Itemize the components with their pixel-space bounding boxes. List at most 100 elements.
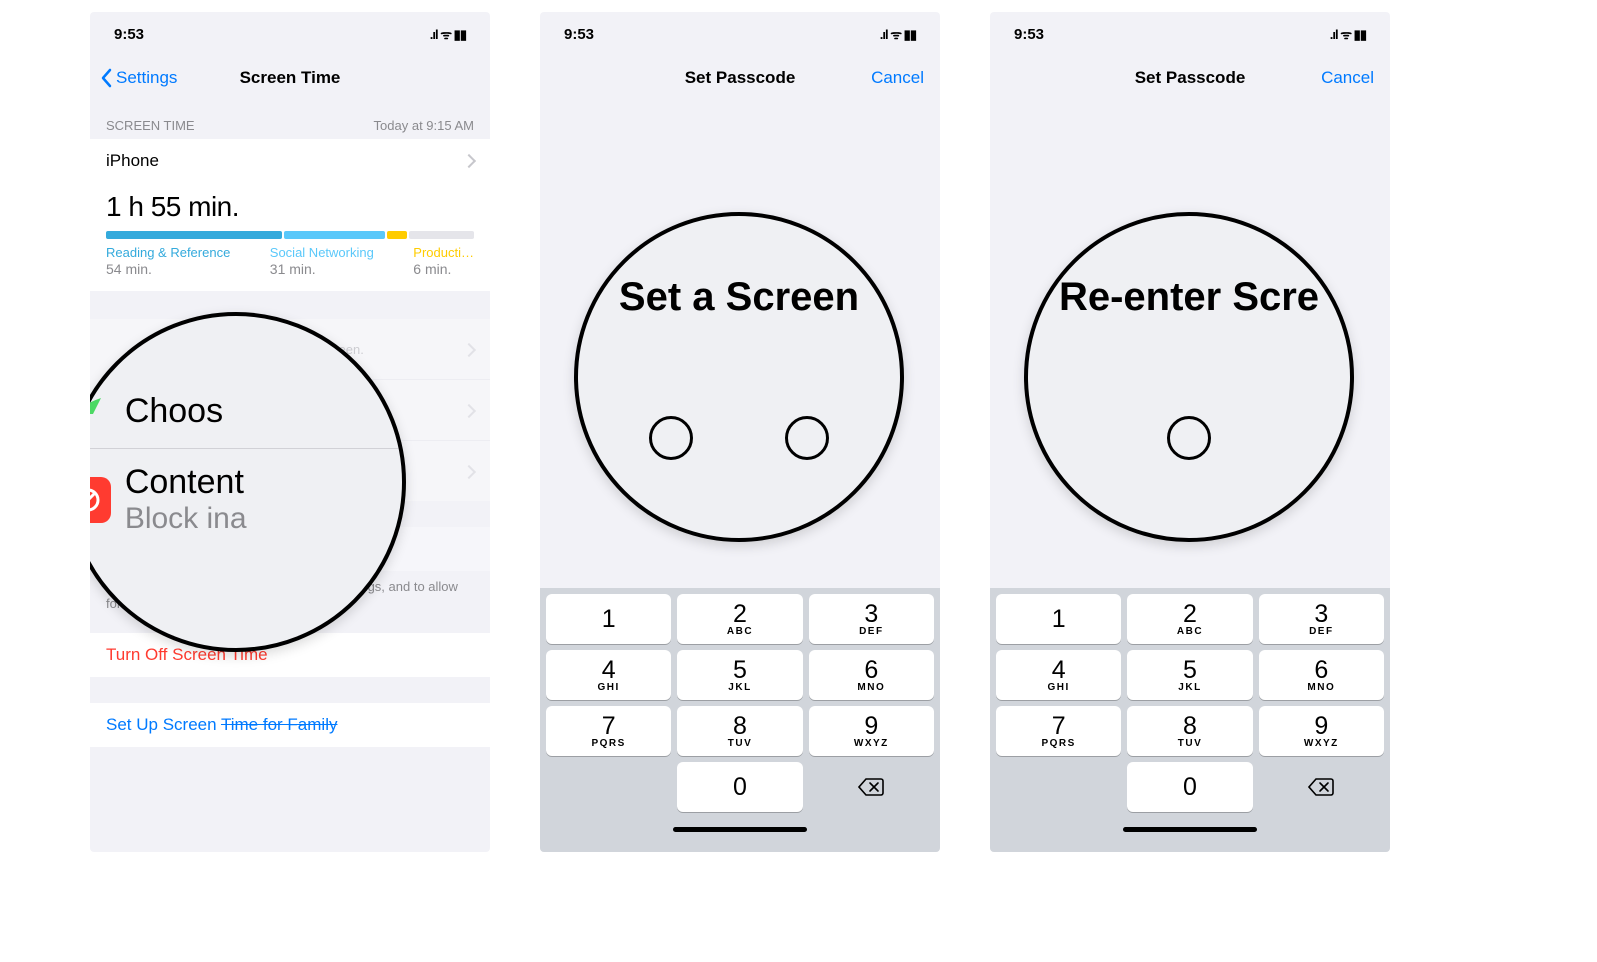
key-letters: WXYZ [854,738,889,749]
keypad-key-2[interactable]: 2ABC [677,594,802,644]
keypad-key-0[interactable]: 0 [677,762,802,812]
keypad-key-1[interactable]: 1 [546,594,671,644]
keypad-key-8[interactable]: 8TUV [677,706,802,756]
key-number: 8 [1183,714,1197,739]
usage-summary: 1 h 55 min. Reading & Reference 54 min. … [90,183,490,291]
nav-title: Screen Time [240,68,341,88]
keypad-key-5[interactable]: 5JKL [677,650,802,700]
status-icons: .ıl ᯤ ▮▮ [880,25,916,43]
magnified-title: Content [125,463,247,502]
key-number: 8 [733,714,747,739]
key-number: 1 [602,607,616,632]
keypad-key-8[interactable]: 8TUV [1127,706,1252,756]
key-number: 6 [1314,658,1328,683]
cancel-button[interactable]: Cancel [1321,68,1374,88]
backspace-icon [858,777,884,797]
magnified-title: Re-enter Scre [1059,275,1319,320]
usage-group: iPhone 1 h 55 min. Reading & Reference 5… [90,139,490,291]
category-duration: 54 min. [106,261,230,277]
family-label: Set Up Screen Time for Family [106,715,337,734]
key-number: 3 [864,602,878,627]
device-label: iPhone [106,151,159,171]
key-number: 4 [1052,658,1066,683]
magnifier-overlay: Re-enter Scre [1024,212,1354,542]
nav-bar: Settings Screen Time [90,56,490,100]
key-number: 7 [1052,714,1066,739]
home-indicator [546,812,934,846]
keypad-key-6[interactable]: 6MNO [1259,650,1384,700]
key-letters: GHI [1048,682,1070,693]
status-bar: 9:53 .ıl ᯤ ▮▮ [540,12,940,56]
usage-segment [387,231,407,239]
usage-legend: Reading & Reference 54 min. Social Netwo… [106,245,474,277]
numeric-keypad: 12ABC3DEF4GHI5JKL6MNO7PQRS8TUV9WXYZ0 [540,588,940,852]
cancel-button[interactable]: Cancel [871,68,924,88]
key-letters: TUV [1178,738,1203,749]
category-duration: 6 min. [413,261,474,277]
keypad-key-2[interactable]: 2ABC [1127,594,1252,644]
backspace-key[interactable] [1259,762,1384,812]
keypad-key-4[interactable]: 4GHI [996,650,1121,700]
keypad-key-4[interactable]: 4GHI [546,650,671,700]
nav-bar: Set Passcode Cancel [990,56,1390,100]
checkmark-icon [90,388,111,434]
reenter-passcode-screen: 9:53 .ıl ᯤ ▮▮ Set Passcode Cancel Passco… [990,12,1390,852]
key-number: 3 [1314,602,1328,627]
magnified-dots [1167,416,1211,460]
category-name: Producti… [413,245,474,260]
key-number: 4 [602,658,616,683]
keypad-key-7[interactable]: 7PQRS [996,706,1121,756]
magnifier-overlay: Set a Screen [574,212,904,542]
key-number: 0 [733,775,747,800]
home-indicator [996,812,1384,846]
key-number: 6 [864,658,878,683]
key-number: 5 [733,658,747,683]
key-letters: TUV [728,738,753,749]
key-letters: ABC [1177,626,1203,637]
keypad-key-9[interactable]: 9WXYZ [809,706,934,756]
chevron-left-icon [100,68,112,88]
category-name: Reading & Reference [106,245,230,260]
back-label: Settings [116,68,177,88]
numeric-keypad: 12ABC3DEF4GHI5JKL6MNO7PQRS8TUV9WXYZ0 [990,588,1390,852]
family-row[interactable]: Set Up Screen Time for Family [90,703,490,747]
keypad-key-9[interactable]: 9WXYZ [1259,706,1384,756]
key-letters: DEF [859,626,884,637]
key-letters: GHI [598,682,620,693]
key-number: 0 [1183,775,1197,800]
key-number: 7 [602,714,616,739]
passcode-dot [785,416,829,460]
keypad-key-3[interactable]: 3DEF [1259,594,1384,644]
magnified-title: Set a Screen [619,275,859,320]
key-letters: DEF [1309,626,1334,637]
key-number: 5 [1183,658,1197,683]
backspace-icon [1308,777,1334,797]
status-time: 9:53 [1014,26,1044,43]
screen-time-screen: 9:53 .ıl ᯤ ▮▮ Settings Screen Time SCREE… [90,12,490,852]
device-row[interactable]: iPhone [90,139,490,183]
key-number: 1 [1052,607,1066,632]
status-icons: .ıl ᯤ ▮▮ [1330,25,1366,43]
key-letters: ABC [727,626,753,637]
keypad-key-0[interactable]: 0 [1127,762,1252,812]
status-icons: .ıl ᯤ ▮▮ [430,25,466,43]
keypad-blank [546,762,671,812]
keypad-key-1[interactable]: 1 [996,594,1121,644]
status-time: 9:53 [114,26,144,43]
backspace-key[interactable] [809,762,934,812]
legend-item: Reading & Reference 54 min. [106,245,230,277]
nav-title: Set Passcode [1135,68,1246,88]
keypad-key-3[interactable]: 3DEF [809,594,934,644]
key-letters: MNO [857,682,885,693]
keypad-key-7[interactable]: 7PQRS [546,706,671,756]
no-entry-icon [90,477,111,523]
usage-segment [284,231,385,239]
key-number: 9 [1314,714,1328,739]
usage-bar [106,231,474,239]
keypad-key-5[interactable]: 5JKL [1127,650,1252,700]
back-button[interactable]: Settings [100,68,177,88]
keypad-key-6[interactable]: 6MNO [809,650,934,700]
section-label: SCREEN TIME [106,118,195,133]
category-duration: 31 min. [270,261,374,277]
key-letters: MNO [1307,682,1335,693]
